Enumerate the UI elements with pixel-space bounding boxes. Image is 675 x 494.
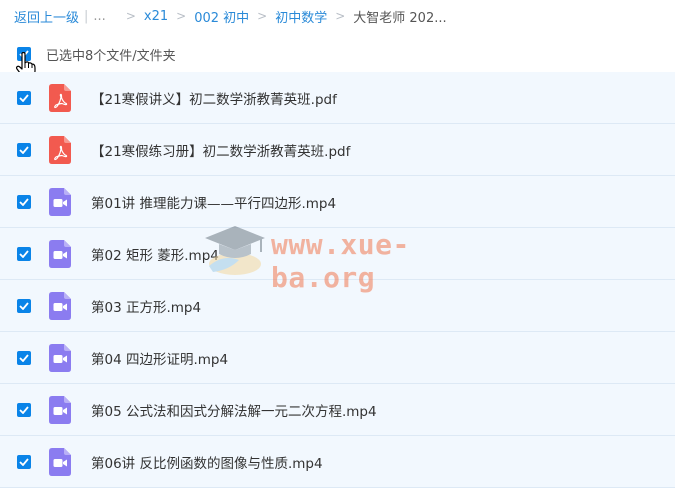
file-name[interactable]: 第05 公式法和因式分解法解一元二次方程.mp4 [91, 400, 377, 420]
back-link[interactable]: 返回上一级 [14, 7, 79, 26]
file-row[interactable]: 第01讲 推理能力课——平行四边形.mp4 [0, 176, 675, 228]
check-icon [19, 145, 29, 154]
check-icon [19, 301, 29, 310]
file-row[interactable]: 【21寒假练习册】初二数学浙教菁英班.pdf [0, 124, 675, 176]
check-icon [19, 93, 29, 102]
file-name[interactable]: 第02 矩形 菱形.mp4 [91, 244, 219, 264]
breadcrumb-item[interactable]: x21 [144, 9, 168, 24]
file-checkbox[interactable] [17, 246, 31, 261]
file-row[interactable]: 第02 矩形 菱形.mp4 [0, 228, 675, 280]
file-checkbox[interactable] [17, 90, 31, 105]
breadcrumb: 返回上一级 | ... > x21 > 002 初中 > 初中数学 > 大智老师… [14, 6, 447, 26]
chevron-right-icon: > [335, 9, 346, 23]
file-name[interactable]: 【21寒假练习册】初二数学浙教菁英班.pdf [91, 140, 350, 160]
pdf-file-icon [49, 83, 71, 112]
video-file-icon [49, 187, 71, 216]
check-icon [19, 249, 29, 258]
video-file-icon [49, 291, 71, 320]
breadcrumb-item[interactable]: 002 初中 [194, 7, 249, 26]
chevron-right-icon: > [257, 9, 268, 23]
chevron-right-icon: > [176, 9, 187, 23]
selection-count: 已选中8个文件/文件夹 [46, 48, 176, 64]
file-name[interactable]: 第06讲 反比例函数的图像与性质.mp4 [91, 452, 323, 472]
file-row[interactable]: 第06讲 反比例函数的图像与性质.mp4 [0, 436, 675, 488]
breadcrumb-item[interactable]: 初中数学 [275, 7, 327, 26]
video-file-icon [49, 239, 71, 268]
file-checkbox[interactable] [17, 142, 31, 157]
check-icon [19, 457, 29, 466]
check-icon [19, 197, 29, 206]
video-file-icon [49, 447, 71, 476]
breadcrumb-ellipsis[interactable]: ... [93, 9, 105, 24]
file-row[interactable]: 第05 公式法和因式分解法解一元二次方程.mp4 [0, 384, 675, 436]
file-checkbox[interactable] [17, 298, 31, 313]
check-icon [19, 353, 29, 362]
file-name[interactable]: 第04 四边形证明.mp4 [91, 348, 228, 368]
video-file-icon [49, 343, 71, 372]
file-row[interactable]: 第03 正方形.mp4 [0, 280, 675, 332]
file-row[interactable]: 【21寒假讲义】初二数学浙教菁英班.pdf [0, 72, 675, 124]
breadcrumb-separator: | [84, 8, 89, 24]
check-icon [19, 405, 29, 414]
file-checkbox[interactable] [17, 454, 31, 469]
pdf-file-icon [49, 135, 71, 164]
chevron-right-icon: > [125, 9, 136, 23]
file-checkbox[interactable] [17, 194, 31, 209]
file-name[interactable]: 【21寒假讲义】初二数学浙教菁英班.pdf [91, 88, 337, 108]
file-row[interactable]: 第04 四边形证明.mp4 [0, 332, 675, 384]
selection-bar: 已选中8个文件/文件夹 [0, 38, 675, 70]
file-list: 【21寒假讲义】初二数学浙教菁英班.pdf 【21寒假练习册】初二数学浙教菁英班… [0, 72, 675, 488]
file-checkbox[interactable] [17, 350, 31, 365]
video-file-icon [49, 395, 71, 424]
file-checkbox[interactable] [17, 402, 31, 417]
file-name[interactable]: 第01讲 推理能力课——平行四边形.mp4 [91, 192, 336, 212]
file-name[interactable]: 第03 正方形.mp4 [91, 296, 201, 316]
breadcrumb-current: 大智老师 202... [353, 10, 447, 26]
